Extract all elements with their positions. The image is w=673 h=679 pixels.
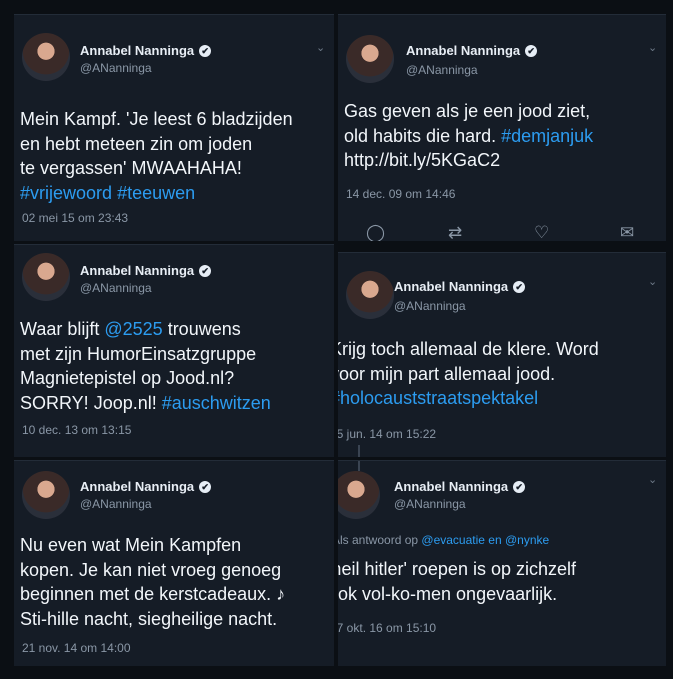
mention-link[interactable]: @2525 (104, 319, 162, 339)
timestamp[interactable]: 14 dec. 09 om 14:46 (346, 187, 455, 201)
tweet-text: Nu even wat Mein Kampfen kopen. Je kan n… (20, 535, 286, 629)
chevron-down-icon[interactable]: ⌄ (648, 275, 657, 288)
tweet-card[interactable]: Annabel Nanninga ✔ @ANanninga Waar blijft… (14, 244, 334, 457)
tweet-card[interactable]: Annabel Nanninga ✔ @ANanninga ⌄ Mein Kamp… (14, 14, 334, 241)
tweet-card[interactable]: Annabel Nanninga ✔ @ANanninga ⌄ Als antwo… (338, 460, 666, 666)
avatar[interactable] (346, 271, 394, 319)
author-name[interactable]: Annabel Nanninga ✔ (406, 43, 538, 58)
verified-icon: ✔ (199, 481, 212, 493)
author-handle[interactable]: @ANanninga (80, 61, 152, 75)
chevron-down-icon[interactable]: ⌄ (648, 41, 657, 54)
tweet-text: 'heil hitler' roepen is op zichzelf ook … (338, 559, 577, 604)
author-name[interactable]: Annabel Nanninga ✔ (80, 479, 212, 494)
hashtag-link[interactable]: #holocauststraatspektakel (338, 386, 599, 411)
hashtag-link[interactable]: #vrijewoord (20, 183, 112, 203)
avatar[interactable] (338, 471, 380, 519)
tweet-card[interactable]: Annabel Nanninga ✔ @ANanninga Nu even wat… (14, 460, 334, 666)
author-handle[interactable]: @ANanninga (394, 497, 466, 511)
url-link[interactable]: http://bit.ly/5KGaC2 (344, 148, 593, 173)
thread-line (358, 445, 360, 457)
author-handle[interactable]: @ANanninga (394, 299, 466, 313)
avatar[interactable] (22, 471, 70, 519)
retweet-icon[interactable]: ⇄ (448, 223, 462, 241)
author-name[interactable]: Annabel Nanninga ✔ (80, 263, 212, 278)
verified-icon: ✔ (199, 265, 212, 277)
tweet-text: Waar blijft @2525 trouwens met zijn Humo… (20, 319, 271, 413)
tweet-text: Mein Kampf. 'Je leest 6 bladzijden en he… (20, 109, 293, 203)
hashtag-link[interactable]: #auschwitzen (162, 393, 271, 413)
timestamp[interactable]: 21 nov. 14 om 14:00 (22, 641, 131, 655)
verified-icon: ✔ (513, 481, 526, 493)
author-name[interactable]: Annabel Nanninga ✔ (394, 279, 526, 294)
verified-icon: ✔ (513, 281, 526, 293)
verified-icon: ✔ (199, 45, 212, 57)
chevron-down-icon[interactable]: ⌄ (316, 41, 325, 54)
like-icon[interactable]: ♡ (534, 223, 549, 241)
author-name[interactable]: Annabel Nanninga ✔ (80, 43, 212, 58)
chevron-down-icon[interactable]: ⌄ (648, 473, 657, 486)
timestamp[interactable]: 17 okt. 16 om 15:10 (338, 621, 436, 635)
author-handle[interactable]: @ANanninga (80, 497, 152, 511)
tweet-text: Krijg toch allemaal de klere. Word voor … (338, 337, 599, 411)
reply-icon[interactable]: ◯ (366, 223, 385, 241)
message-icon[interactable]: ✉ (620, 223, 634, 241)
timestamp[interactable]: 02 mei 15 om 23:43 (22, 211, 128, 225)
screenshot-collage: Annabel Nanninga ✔ @ANanninga ⌄ Mein Kamp… (0, 0, 673, 679)
reply-context: Als antwoord op @evacuatie en @nynke (338, 533, 550, 547)
hashtag-link[interactable]: #demjanjuk (501, 126, 593, 146)
mention-link[interactable]: @evacuatie en @nynke (421, 533, 549, 547)
timestamp[interactable]: 10 dec. 13 om 13:15 (22, 423, 131, 437)
author-handle[interactable]: @ANanninga (80, 281, 152, 295)
avatar[interactable] (22, 253, 70, 301)
avatar[interactable] (346, 35, 394, 83)
tweet-card[interactable]: Annabel Nanninga ✔ @ANanninga ⌄ Gas geven… (338, 14, 666, 241)
author-handle[interactable]: @ANanninga (406, 63, 478, 77)
author-name[interactable]: Annabel Nanninga ✔ (394, 479, 526, 494)
hashtag-link[interactable]: #teeuwen (117, 183, 195, 203)
timestamp[interactable]: 25 jun. 14 om 15:22 (338, 427, 436, 441)
tweet-text: Gas geven als je een jood ziet, old habi… (344, 99, 593, 173)
avatar[interactable] (22, 33, 70, 81)
verified-icon: ✔ (525, 45, 538, 57)
tweet-card[interactable]: Annabel Nanninga ✔ @ANanninga ⌄ Krijg toc… (338, 252, 666, 457)
thread-line (358, 461, 360, 471)
